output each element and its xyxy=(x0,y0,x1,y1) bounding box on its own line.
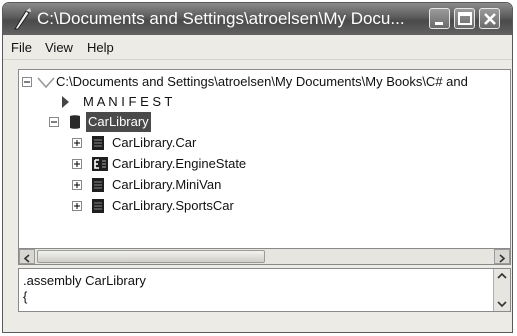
tree-type-row[interactable]: CarLibrary.EngineState xyxy=(19,154,319,174)
enum-icon xyxy=(92,157,108,171)
expand-icon[interactable] xyxy=(72,138,83,149)
title-bar[interactable]: C:\Documents and Settings\atroelsen\My D… xyxy=(3,3,512,35)
horizontal-scrollbar[interactable] xyxy=(18,248,511,265)
class-icon xyxy=(92,178,104,192)
minimize-button[interactable] xyxy=(429,8,450,29)
menu-file[interactable]: File xyxy=(11,40,32,55)
chevron-right-icon xyxy=(499,254,506,263)
chevron-left-icon xyxy=(23,254,30,263)
namespace-icon xyxy=(70,115,80,129)
assembly-tree[interactable]: C:\Documents and Settings\atroelsen\My D… xyxy=(18,69,511,265)
tree-manifest-row[interactable]: M A N I F E S T xyxy=(19,92,319,112)
window-title: C:\Documents and Settings\atroelsen\My D… xyxy=(37,9,405,28)
assembly-root-icon xyxy=(37,77,55,89)
close-button[interactable] xyxy=(479,8,500,29)
code-line: { xyxy=(23,289,28,304)
maximize-icon xyxy=(458,12,472,25)
maximize-button[interactable] xyxy=(454,8,475,29)
menu-help[interactable]: Help xyxy=(87,40,114,55)
status-bar xyxy=(3,314,512,332)
vertical-scrollbar[interactable] xyxy=(493,269,510,311)
type-label: CarLibrary.SportsCar xyxy=(112,198,234,213)
manifest-icon xyxy=(62,96,69,108)
expand-icon[interactable] xyxy=(72,201,83,212)
scroll-arrows-icon xyxy=(497,272,507,308)
type-label: CarLibrary.MiniVan xyxy=(112,177,222,192)
collapse-icon[interactable] xyxy=(22,77,33,88)
ildasm-window: C:\Documents and Settings\atroelsen\My D… xyxy=(2,2,513,333)
scroll-thumb[interactable] xyxy=(37,250,265,263)
manifest-label: M A N I F E S T xyxy=(83,94,173,109)
il-code-pane[interactable]: .assembly CarLibrary { xyxy=(18,268,511,312)
tree-type-row[interactable]: CarLibrary.Car xyxy=(19,133,319,153)
collapse-icon[interactable] xyxy=(49,117,60,128)
expand-icon[interactable] xyxy=(72,180,83,191)
tree-root-label: C:\Documents and Settings\atroelsen\My D… xyxy=(56,74,468,89)
tree-type-row[interactable]: CarLibrary.MiniVan xyxy=(19,175,319,195)
class-icon xyxy=(92,199,104,213)
minimize-icon xyxy=(435,22,443,25)
scroll-right-button[interactable] xyxy=(494,249,510,264)
tree-type-row[interactable]: CarLibrary.SportsCar xyxy=(19,196,319,216)
tree-assembly-row[interactable]: CarLibrary xyxy=(19,112,319,132)
tree-root-row[interactable]: C:\Documents and Settings\atroelsen\My D… xyxy=(19,72,510,92)
type-label: CarLibrary.EngineState xyxy=(112,156,247,171)
assembly-label-selected: CarLibrary xyxy=(86,112,151,132)
code-line: .assembly CarLibrary xyxy=(23,273,146,288)
type-label: CarLibrary.Car xyxy=(112,135,197,150)
close-icon xyxy=(484,13,496,25)
class-icon xyxy=(92,136,104,150)
menu-bar: File View Help xyxy=(3,35,512,60)
scroll-left-button[interactable] xyxy=(19,249,35,264)
menu-view[interactable]: View xyxy=(45,40,73,55)
app-icon xyxy=(14,8,31,30)
expand-icon[interactable] xyxy=(72,159,83,170)
